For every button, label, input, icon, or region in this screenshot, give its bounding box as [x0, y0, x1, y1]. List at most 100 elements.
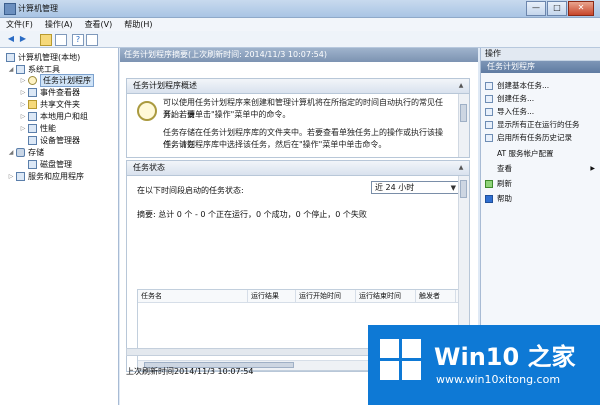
col-task-name[interactable]: 任务名	[138, 290, 248, 302]
computer-management-window: 计算机管理 — □ ✕ 文件(F) 操作(A) 查看(V) 帮助(H) ◀ ▶ …	[0, 0, 600, 405]
tree-item-label: 本地用户和组	[40, 112, 88, 121]
close-button[interactable]: ✕	[568, 1, 594, 16]
action-label: 启用所有任务历史记录	[497, 133, 572, 142]
menu-view[interactable]: 查看(V)	[79, 19, 119, 30]
collapsed-triangle-icon[interactable]: ▷	[20, 77, 26, 84]
collapsed-triangle-icon[interactable]: ▷	[20, 89, 26, 96]
collapse-icon[interactable]: ▲	[457, 82, 465, 90]
overview-panel-title[interactable]: 任务计划程序概述	[127, 79, 469, 94]
tree-item-task-scheduler[interactable]: ▷ 任务计划程序	[20, 74, 94, 87]
menu-help[interactable]: 帮助(H)	[118, 19, 158, 30]
tools-icon	[16, 65, 25, 74]
forward-arrow-icon[interactable]: ▶	[18, 34, 28, 44]
last-refresh-time: 上次刷新时间2014/11/3 10:07:54	[126, 367, 254, 376]
task-history-icon	[485, 133, 493, 142]
maximize-button[interactable]: □	[547, 1, 567, 16]
menu-action[interactable]: 操作(A)	[39, 19, 79, 30]
windows-logo-icon	[380, 339, 422, 381]
tree-item-label: 设备管理器	[40, 136, 80, 145]
collapsed-triangle-icon[interactable]: ▷	[8, 173, 14, 180]
action-label: AT 服务帐户配置	[497, 149, 554, 158]
back-arrow-icon[interactable]: ◀	[6, 34, 16, 44]
action-label: 帮助	[497, 194, 512, 203]
tree-item-label: 性能	[40, 124, 56, 133]
show-hide-tree-icon[interactable]	[55, 34, 67, 46]
action-label: 创建基本任务...	[497, 81, 550, 90]
col-run-result[interactable]: 运行结果	[248, 290, 296, 302]
collapse-icon[interactable]: ▲	[457, 164, 465, 172]
title-bar[interactable]: 计算机管理 — □ ✕	[0, 0, 600, 18]
actions-section-task-scheduler[interactable]: 任务计划程序	[481, 61, 600, 73]
collapsed-triangle-icon[interactable]: ▷	[20, 101, 26, 108]
col-run-start[interactable]: 运行开始时间	[296, 290, 356, 302]
event-viewer-icon	[28, 88, 37, 97]
action-create-task[interactable]: 创建任务...	[485, 93, 534, 104]
actions-header: 操作	[481, 48, 600, 61]
action-enable-task-history[interactable]: 启用所有任务历史记录	[485, 132, 572, 143]
menu-bar: 文件(F) 操作(A) 查看(V) 帮助(H)	[0, 18, 600, 31]
clock-icon	[137, 101, 157, 121]
minimize-button[interactable]: —	[526, 1, 546, 16]
clock-icon	[28, 76, 37, 85]
menu-file[interactable]: 文件(F)	[0, 19, 39, 30]
tree-item-performance[interactable]: ▷ 性能	[20, 123, 56, 134]
tree-item-device-manager[interactable]: 设备管理器	[28, 135, 80, 146]
col-run-end[interactable]: 运行结束时间	[356, 290, 416, 302]
action-view[interactable]: 查看 ▶	[485, 163, 595, 174]
tree-item-event-viewer[interactable]: ▷ 事件查看器	[20, 87, 80, 98]
tree-item-label: 计算机管理(本地)	[18, 53, 81, 62]
action-help[interactable]: 帮助	[485, 193, 512, 204]
help-toolbar-icon[interactable]: ?	[72, 34, 84, 46]
scroll-thumb[interactable]	[460, 180, 467, 198]
navigation-tree: 计算机管理(本地) ◢ 系统工具 ▷ 任务计划程序 ▷ 事件查看器 ▷ 共享文件…	[0, 48, 119, 405]
overview-para1-line2: 开始，请单击"操作"菜单中的命令。	[163, 110, 291, 119]
expanded-triangle-icon[interactable]: ◢	[8, 66, 14, 73]
tree-item-label: 事件查看器	[40, 88, 80, 97]
tree-item-shared-folders[interactable]: ▷ 共享文件夹	[20, 99, 80, 110]
scroll-thumb[interactable]	[460, 104, 467, 122]
tree-item-label: 任务计划程序	[40, 74, 94, 87]
tree-item-label: 存储	[28, 148, 44, 157]
tree-item-computer-management[interactable]: 计算机管理(本地)	[6, 52, 80, 63]
tree-item-local-users-groups[interactable]: ▷ 本地用户和组	[20, 111, 88, 122]
col-triggered-by[interactable]: 触发者	[416, 290, 456, 302]
import-task-icon	[485, 107, 493, 116]
submenu-arrow-icon: ▶	[590, 165, 595, 172]
storage-icon	[16, 148, 25, 157]
expanded-triangle-icon[interactable]: ◢	[8, 149, 14, 156]
action-pane-icon[interactable]	[86, 34, 98, 46]
action-label: 刷新	[497, 179, 512, 188]
action-at-service-config[interactable]: AT 服务帐户配置	[485, 148, 554, 159]
watermark-brand: Win10 之家	[434, 343, 576, 371]
collapsed-triangle-icon[interactable]: ▷	[20, 125, 26, 132]
overview-para2-line2: 任务计划程序库中选择该任务，然后在"操作"菜单中单击命令。	[163, 140, 387, 149]
overview-scrollbar[interactable]	[458, 94, 469, 157]
tree-item-label: 共享文件夹	[40, 100, 80, 109]
action-import-task[interactable]: 导入任务...	[485, 106, 534, 117]
refresh-icon	[485, 179, 493, 188]
tree-item-storage[interactable]: ◢ 存储	[8, 147, 44, 158]
folder-up-icon[interactable]	[40, 34, 52, 46]
watermark-url: www.win10xitong.com	[436, 373, 561, 386]
action-label: 查看	[497, 164, 512, 173]
tree-item-label: 磁盘管理	[40, 160, 72, 169]
action-refresh[interactable]: 刷新	[485, 178, 512, 189]
action-show-running-tasks[interactable]: 显示所有正在运行的任务	[485, 119, 580, 130]
device-manager-icon	[28, 136, 37, 145]
overview-panel: 任务计划程序概述 ▲ 可以使用任务计划程序来创建和管理计算机将在所指定的时间自动…	[126, 78, 470, 158]
action-create-basic-task[interactable]: 创建基本任务...	[485, 80, 549, 91]
window-title: 计算机管理	[18, 4, 58, 13]
time-range-label: 在以下时间段启动的任务状态:	[137, 186, 244, 195]
status-summary: 摘要: 总计 0 个 - 0 个正在运行，0 个成功，0 个停止，0 个失败	[137, 210, 367, 219]
time-range-value: 近 24 小时	[375, 183, 415, 192]
tree-item-disk-management[interactable]: 磁盘管理	[28, 159, 72, 170]
action-label: 导入任务...	[497, 107, 535, 116]
task-status-panel-title[interactable]: 任务状态	[127, 161, 469, 176]
action-label: 显示所有正在运行的任务	[497, 120, 580, 129]
tree-item-services-applications[interactable]: ▷ 服务和应用程序	[8, 171, 84, 182]
help-icon	[485, 194, 493, 203]
time-range-select[interactable]: 近 24 小时 ▼	[371, 181, 459, 194]
folder-icon	[28, 100, 37, 109]
collapsed-triangle-icon[interactable]: ▷	[20, 113, 26, 120]
computer-management-icon	[4, 3, 16, 15]
